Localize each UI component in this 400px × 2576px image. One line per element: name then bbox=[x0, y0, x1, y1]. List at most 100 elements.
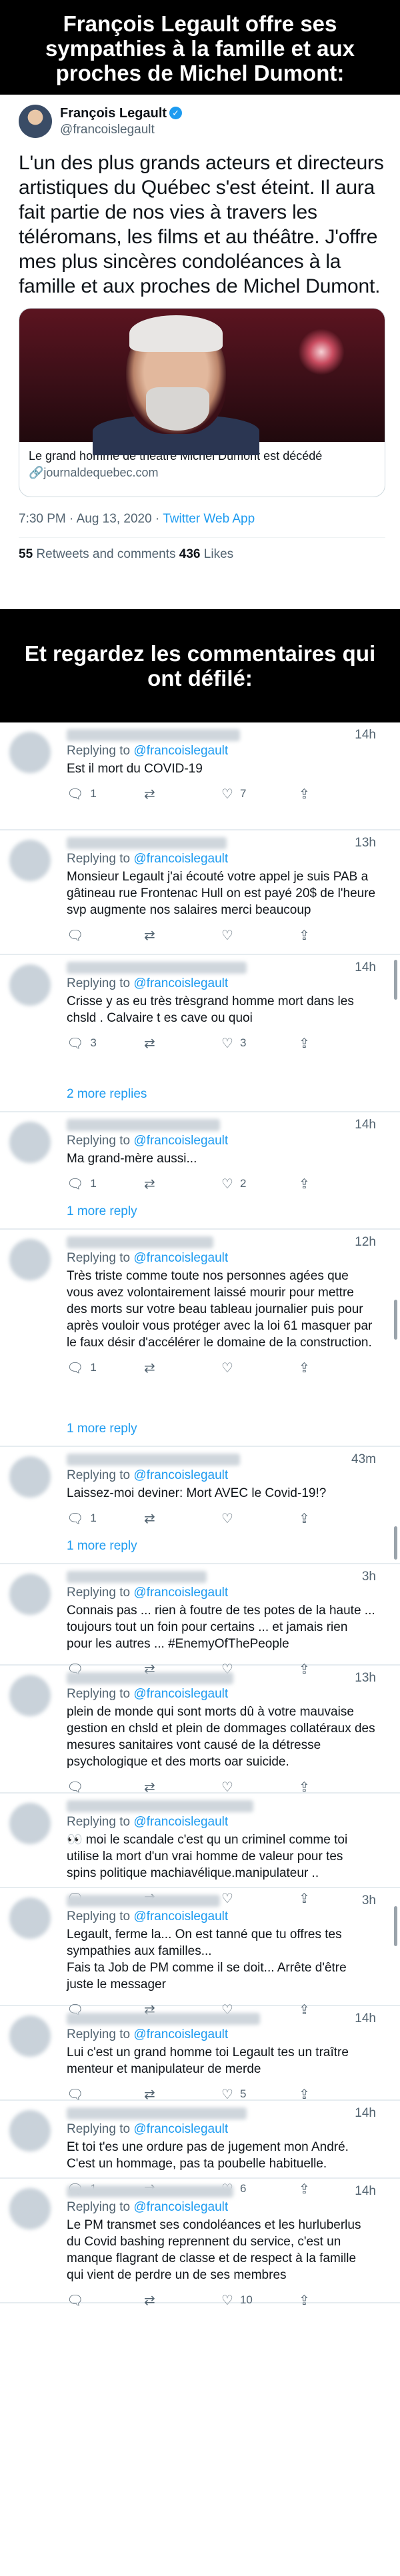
author-name-blurred[interactable] bbox=[67, 1236, 213, 1248]
avatar[interactable] bbox=[9, 1898, 51, 1939]
share-button[interactable]: ⇪ bbox=[299, 1510, 376, 1527]
replying-to-handle[interactable]: @francoislegault bbox=[133, 2200, 228, 2214]
author-name-blurred[interactable] bbox=[67, 2185, 233, 2197]
more-replies-link[interactable]: 2 more replies bbox=[0, 1082, 400, 1111]
scrollbar[interactable] bbox=[394, 1300, 397, 1340]
avatar[interactable] bbox=[9, 732, 51, 773]
scrollbar[interactable] bbox=[394, 1906, 397, 1946]
reply-button[interactable]: 🗨 bbox=[67, 927, 144, 944]
reply-item[interactable]: 14h Replying to @francoislegault Crisse … bbox=[0, 955, 400, 1082]
reply-time[interactable]: 14h bbox=[355, 960, 376, 975]
avatar[interactable] bbox=[9, 1574, 51, 1615]
avatar[interactable] bbox=[9, 2188, 51, 2229]
reply-time[interactable]: 13h bbox=[355, 1671, 376, 1686]
replying-to-handle[interactable]: @francoislegault bbox=[133, 1251, 228, 1265]
like-button[interactable]: ♡ 3 bbox=[221, 1035, 299, 1052]
more-replies-link[interactable]: 1 more reply bbox=[0, 1416, 400, 1446]
reply-button[interactable]: 🗨 3 bbox=[67, 1035, 144, 1052]
author-name-blurred[interactable] bbox=[67, 2013, 260, 2025]
more-replies-link[interactable]: 1 more reply bbox=[0, 1534, 400, 1563]
like-label[interactable]: Likes bbox=[201, 547, 233, 561]
tweet-source[interactable]: Twitter Web App bbox=[163, 512, 255, 526]
retweet-button[interactable]: ⇄ bbox=[144, 1176, 221, 1192]
like-button[interactable]: ♡ bbox=[221, 1779, 299, 1796]
author-name-blurred[interactable] bbox=[67, 1119, 220, 1131]
author-name[interactable]: François Legault bbox=[60, 106, 167, 121]
author-name-blurred[interactable] bbox=[67, 1895, 220, 1907]
tweet-timestamp[interactable]: 7:30 PM · Aug 13, 2020 · bbox=[19, 512, 163, 526]
avatar[interactable] bbox=[19, 105, 52, 138]
replying-to-handle[interactable]: @francoislegault bbox=[133, 1910, 228, 1924]
retweet-button[interactable]: ⇄ bbox=[144, 1360, 221, 1376]
link-card[interactable]: Le grand homme de théâtre Michel Dumont … bbox=[19, 308, 385, 497]
retweet-button[interactable]: ⇄ bbox=[144, 1510, 221, 1527]
reply-button[interactable]: 🗨1 bbox=[67, 786, 144, 802]
retweet-button[interactable]: ⇄ bbox=[144, 927, 221, 944]
like-count[interactable]: 436 bbox=[179, 547, 201, 561]
retweet-button[interactable]: ⇄ bbox=[144, 786, 221, 802]
reply-time[interactable]: 14h bbox=[355, 1118, 376, 1132]
like-button[interactable]: ♡ 10 bbox=[221, 2292, 299, 2309]
reply-item[interactable]: 14h Replying to @francoislegault Le PM t… bbox=[0, 2179, 400, 2308]
retweet-button[interactable]: ⇄ bbox=[144, 1035, 221, 1052]
retweet-label[interactable]: Retweets and comments bbox=[33, 547, 179, 561]
reply-time[interactable]: 12h bbox=[355, 1235, 376, 1250]
replying-to-handle[interactable]: @francoislegault bbox=[133, 976, 228, 990]
avatar[interactable] bbox=[9, 964, 51, 1006]
share-button[interactable]: ⇪ bbox=[299, 786, 376, 802]
reply-time[interactable]: 3h bbox=[362, 1570, 376, 1584]
reply-button[interactable]: 🗨 bbox=[67, 2086, 144, 2103]
avatar[interactable] bbox=[9, 2110, 51, 2151]
reply-item[interactable]: 14h Replying to @francoislegault Est il … bbox=[0, 722, 400, 829]
replying-to-handle[interactable]: @francoislegault bbox=[133, 2027, 228, 2041]
reply-button[interactable]: 🗨1 bbox=[67, 1176, 144, 1192]
replying-to-handle[interactable]: @francoislegault bbox=[133, 852, 228, 866]
avatar[interactable] bbox=[9, 1122, 51, 1163]
retweet-button[interactable]: ⇄ bbox=[144, 1779, 221, 1796]
author-name-blurred[interactable] bbox=[67, 837, 227, 849]
tweet-author[interactable]: François Legault ✓ @francoislegault bbox=[19, 101, 385, 141]
like-button[interactable]: ♡ bbox=[221, 927, 299, 944]
reply-time[interactable]: 14h bbox=[355, 728, 376, 742]
reply-time[interactable]: 3h bbox=[362, 1894, 376, 1908]
reply-item[interactable]: 12h Replying to @francoislegault Très tr… bbox=[0, 1230, 400, 1416]
reply-button[interactable]: 🗨1 bbox=[67, 1360, 144, 1376]
replying-to-handle[interactable]: @francoislegault bbox=[133, 744, 228, 758]
replying-to-handle[interactable]: @francoislegault bbox=[133, 1468, 228, 1482]
share-button[interactable]: ⇪ bbox=[299, 927, 376, 944]
main-tweet[interactable]: François Legault ✓ @francoislegault L'un … bbox=[0, 95, 400, 609]
reply-item[interactable]: Replying to @francoislegault 👀 moi le sc… bbox=[0, 1794, 400, 1906]
author-name-blurred[interactable] bbox=[67, 1800, 253, 1812]
avatar[interactable] bbox=[9, 1803, 51, 1844]
author-name-blurred[interactable] bbox=[67, 2107, 247, 2119]
replying-to-handle[interactable]: @francoislegault bbox=[133, 1815, 228, 1829]
reply-time[interactable]: 14h bbox=[355, 2184, 376, 2199]
reply-item[interactable]: 43m Replying to @francoislegault Laissez… bbox=[0, 1447, 400, 1534]
like-button[interactable]: ♡ bbox=[221, 1510, 299, 1527]
reply-time[interactable]: 14h bbox=[355, 2011, 376, 2026]
author-handle[interactable]: @francoislegault bbox=[60, 123, 182, 137]
avatar[interactable] bbox=[9, 1675, 51, 1716]
reply-item[interactable]: 3h Replying to @francoislegault Legault,… bbox=[0, 1888, 400, 2017]
author-name-blurred[interactable] bbox=[67, 1672, 233, 1684]
author-name-blurred[interactable] bbox=[67, 1454, 240, 1466]
share-button[interactable]: ⇪ bbox=[299, 1779, 376, 1796]
reply-button[interactable]: 🗨 bbox=[67, 2292, 144, 2309]
retweet-button[interactable]: ⇄ bbox=[144, 2086, 221, 2103]
reply-item[interactable]: 14h Replying to @francoislegault Et toi … bbox=[0, 2101, 400, 2197]
reply-button[interactable]: 🗨 bbox=[67, 1779, 144, 1796]
avatar[interactable] bbox=[9, 1239, 51, 1280]
replying-to-handle[interactable]: @francoislegault bbox=[133, 1687, 228, 1701]
reply-time[interactable]: 13h bbox=[355, 836, 376, 850]
reply-item[interactable]: 13h Replying to @francoislegault plein d… bbox=[0, 1666, 400, 1795]
author-name-blurred[interactable] bbox=[67, 962, 247, 974]
share-button[interactable]: ⇪ bbox=[299, 2086, 376, 2103]
replying-to-handle[interactable]: @francoislegault bbox=[133, 1586, 228, 1600]
avatar[interactable] bbox=[9, 2015, 51, 2057]
like-button[interactable]: ♡ 5 bbox=[221, 2086, 299, 2103]
reply-item[interactable]: 14h Replying to @francoislegault Ma gran… bbox=[0, 1112, 400, 1199]
retweet-count[interactable]: 55 bbox=[19, 547, 33, 561]
scrollbar[interactable] bbox=[394, 1526, 397, 1560]
author-name-blurred[interactable] bbox=[67, 729, 240, 741]
reply-time[interactable]: 43m bbox=[351, 1452, 376, 1467]
